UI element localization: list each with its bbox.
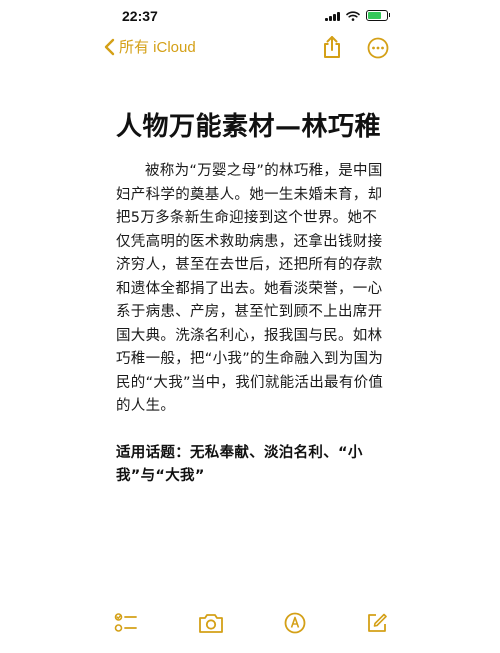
compose-icon [368, 613, 387, 632]
note-topic[interactable]: 适用话题：无私奉献、淡泊名利、“小我”与“大我” [116, 442, 384, 488]
markup-button[interactable] [284, 612, 306, 638]
checklist-button[interactable] [114, 612, 138, 638]
note-body[interactable]: 被称为“万婴之母”的林巧稚，是中国妇产科学的奠基人。她一生未婚未育，却把5万多条… [116, 160, 384, 419]
bottom-toolbar [0, 610, 500, 640]
back-button-label: 所有 iCloud [119, 39, 196, 56]
status-icons [325, 10, 390, 21]
camera-icon [199, 614, 223, 633]
markup-icon [284, 612, 306, 634]
nav-bar: 所有 iCloud [0, 34, 500, 64]
more-icon [367, 37, 389, 59]
share-button[interactable] [322, 35, 342, 63]
chevron-left-icon [104, 38, 115, 55]
camera-button[interactable] [198, 612, 224, 638]
status-bar: 22:37 [0, 0, 500, 34]
note-title[interactable]: 人物万能素材—林巧稚 [116, 106, 381, 143]
compose-button[interactable] [366, 612, 388, 638]
wifi-icon [346, 10, 360, 21]
status-time: 22:37 [122, 8, 158, 24]
battery-icon [366, 10, 390, 21]
cellular-signal-icon [325, 11, 340, 21]
more-button[interactable] [367, 37, 389, 63]
share-icon [324, 36, 340, 58]
back-button[interactable]: 所有 iCloud [104, 36, 196, 57]
checklist-icon [114, 613, 137, 632]
